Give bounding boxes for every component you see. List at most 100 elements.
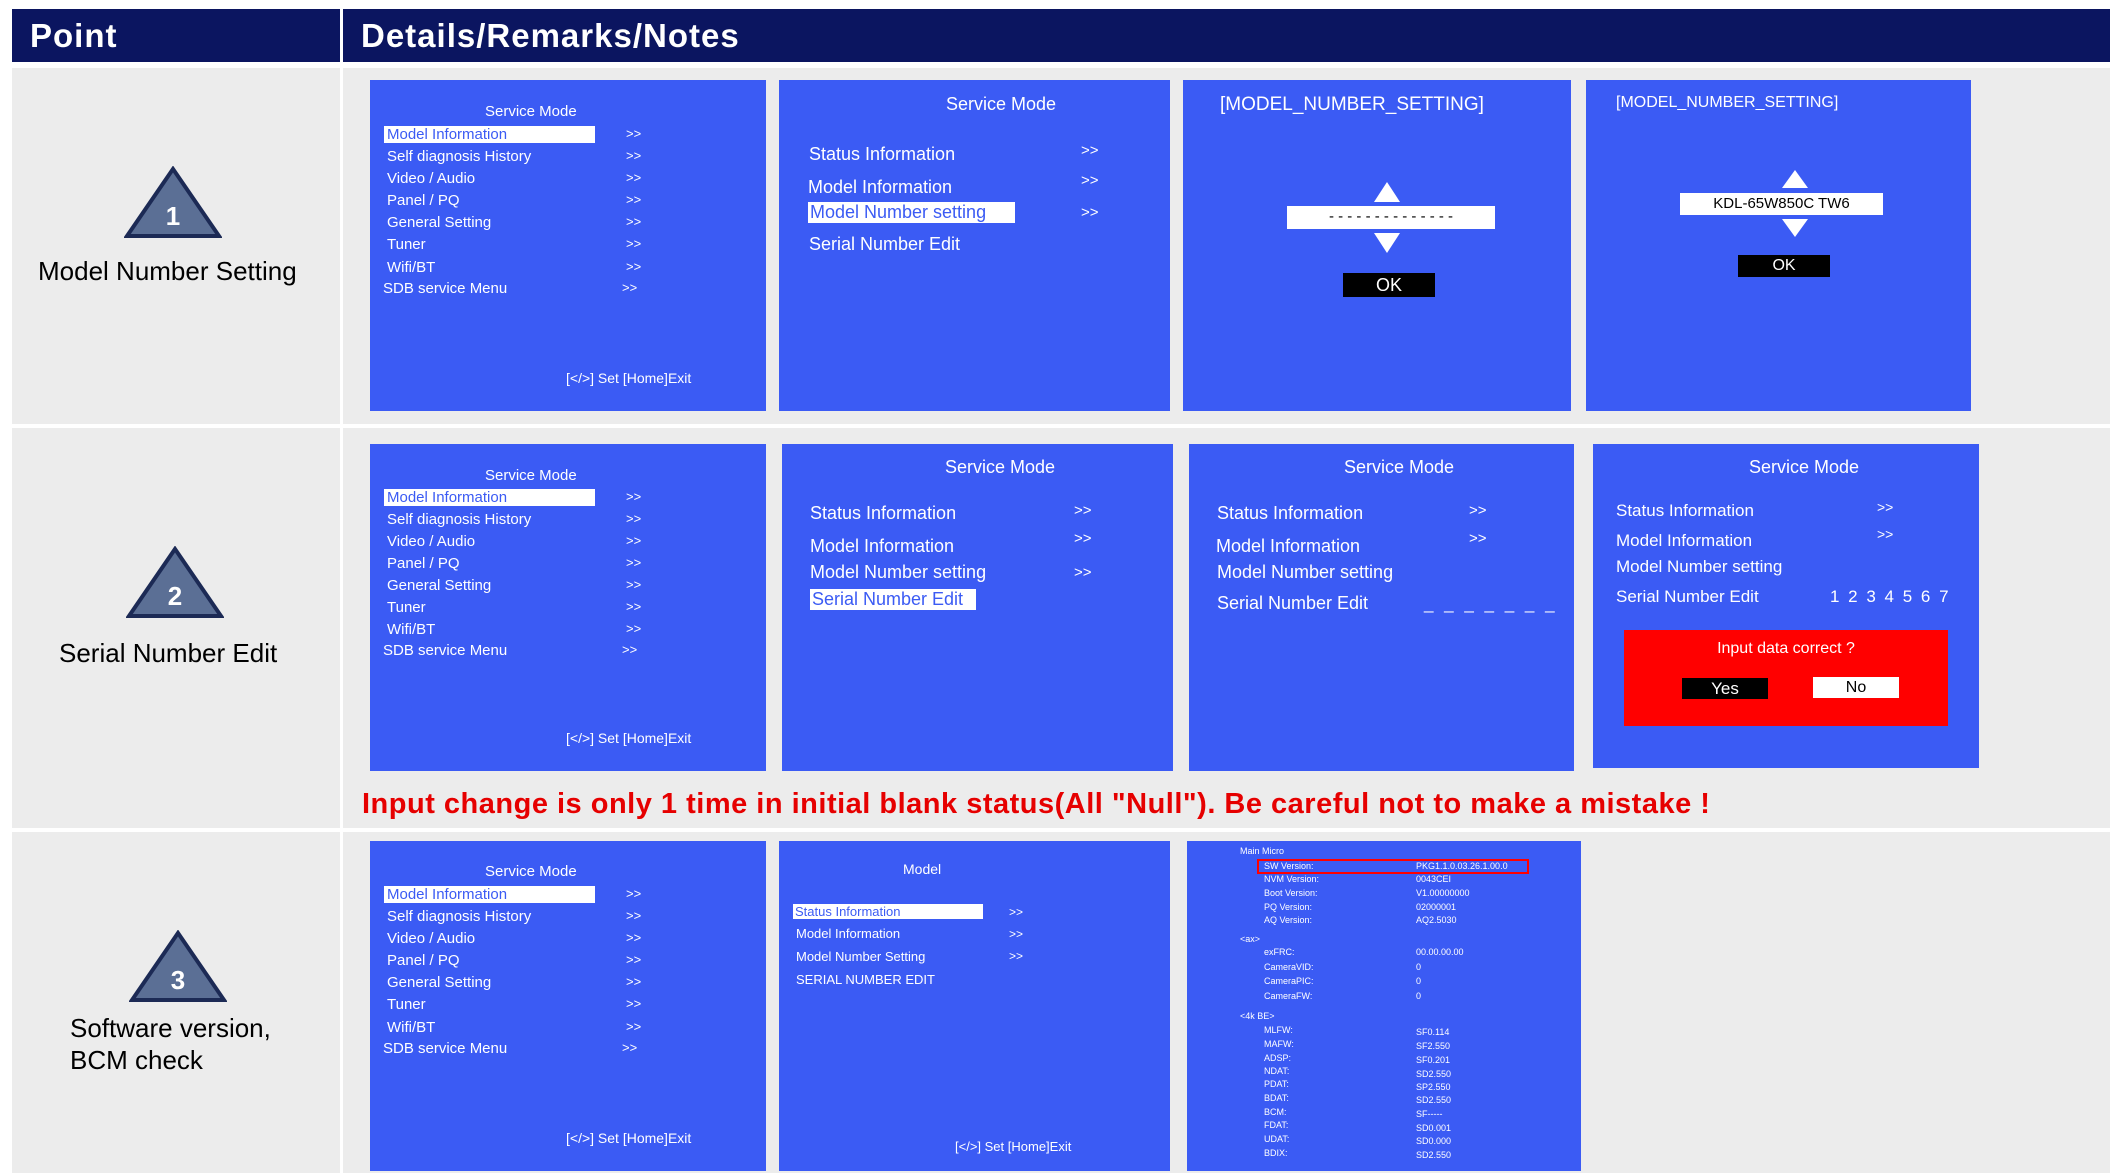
row3-screen-model-menu: Model Status Information Model Informati… bbox=[779, 841, 1170, 1171]
svg-text:2: 2 bbox=[168, 581, 182, 611]
menu-item-sdb-service[interactable]: SDB service Menu bbox=[383, 1040, 507, 1057]
info-value: SF0.201 bbox=[1416, 1055, 1451, 1065]
menu-item-sdb-service[interactable]: SDB service Menu bbox=[383, 280, 507, 297]
yes-button[interactable]: Yes bbox=[1682, 678, 1768, 699]
arrow: >> bbox=[1081, 204, 1099, 221]
menu-item-general-setting[interactable]: General Setting bbox=[387, 974, 491, 991]
section-4k-be: <4k BE> bbox=[1240, 1011, 1275, 1021]
down-arrow-icon[interactable] bbox=[1374, 233, 1400, 253]
menu-item-general-setting[interactable]: General Setting bbox=[387, 577, 491, 594]
menu-item-model-number-setting[interactable]: Model Number setting bbox=[1217, 562, 1393, 583]
model-number-input[interactable]: - - - - - - - - - - - - - - bbox=[1287, 206, 1495, 229]
ok-button[interactable]: OK bbox=[1738, 255, 1830, 277]
menu-item-model-number-setting[interactable]: Model Number setting bbox=[1616, 557, 1782, 577]
menu-item-self-diagnosis[interactable]: Self diagnosis History bbox=[387, 908, 531, 925]
menu-item-serial-number-edit[interactable]: Serial Number Edit bbox=[809, 234, 960, 255]
arrow: >> bbox=[1469, 502, 1487, 519]
menu-item-model-information[interactable]: Model Information bbox=[1216, 536, 1360, 557]
menu-item-tuner[interactable]: Tuner bbox=[387, 599, 426, 616]
no-button[interactable]: No bbox=[1813, 677, 1899, 698]
info-key: BDAT: bbox=[1264, 1093, 1289, 1103]
menu-item-panel-pq[interactable]: Panel / PQ bbox=[387, 952, 460, 969]
menu-item-status-information[interactable]: Status Information bbox=[809, 144, 955, 165]
arrow: >> bbox=[626, 908, 642, 923]
menu-item-wifi-bt[interactable]: Wifi/BT bbox=[387, 1019, 435, 1036]
arrow: >> bbox=[626, 511, 642, 526]
arrow: >> bbox=[626, 533, 642, 548]
menu-item-status-information[interactable]: Status Information bbox=[1217, 503, 1363, 524]
menu-item-model-number-setting[interactable]: Model Number setting bbox=[810, 562, 986, 583]
menu-item-status-information[interactable]: Status Information bbox=[1616, 501, 1754, 521]
menu-item-self-diagnosis[interactable]: Self diagnosis History bbox=[387, 511, 531, 528]
arrow: >> bbox=[1877, 499, 1894, 515]
menu-item-serial-number-edit[interactable]: SERIAL NUMBER EDIT bbox=[796, 972, 935, 987]
arrow: >> bbox=[1877, 526, 1894, 542]
up-arrow-icon[interactable] bbox=[1374, 182, 1400, 202]
arrow: >> bbox=[626, 1019, 642, 1034]
menu-item-video-audio[interactable]: Video / Audio bbox=[387, 930, 475, 947]
row1-screen-model-number-filled: [MODEL_NUMBER_SETTING] KDL-65W850C TW6 O… bbox=[1586, 80, 1971, 411]
arrow: >> bbox=[1009, 905, 1024, 919]
down-arrow-icon[interactable] bbox=[1782, 219, 1808, 237]
menu-item-model-information[interactable]: Model Information bbox=[1616, 531, 1752, 551]
arrow: >> bbox=[622, 280, 638, 295]
ok-button[interactable]: OK bbox=[1343, 273, 1435, 297]
menu-item-tuner[interactable]: Tuner bbox=[387, 996, 426, 1013]
screen-footer: [</>] Set [Home]Exit bbox=[566, 370, 692, 386]
arrow: >> bbox=[626, 577, 642, 592]
arrow: >> bbox=[626, 214, 642, 229]
serial-number-field[interactable]: _ _ _ _ _ _ _ bbox=[1424, 594, 1558, 614]
info-key: CameraFW: bbox=[1264, 991, 1313, 1001]
info-key: FDAT: bbox=[1264, 1120, 1289, 1130]
menu-item-sdb-service[interactable]: SDB service Menu bbox=[383, 642, 507, 659]
menu-item-model-information[interactable]: Model Information bbox=[384, 886, 595, 903]
menu-item-general-setting[interactable]: General Setting bbox=[387, 214, 491, 231]
arrow: >> bbox=[626, 621, 642, 636]
menu-item-model-information[interactable]: Model Information bbox=[808, 177, 952, 198]
menu-item-wifi-bt[interactable]: Wifi/BT bbox=[387, 621, 435, 638]
menu-item-model-information[interactable]: Model Information bbox=[810, 536, 954, 557]
menu-item-serial-number-edit[interactable]: Serial Number Edit bbox=[810, 589, 976, 610]
arrow: >> bbox=[626, 886, 642, 901]
menu-item-panel-pq[interactable]: Panel / PQ bbox=[387, 192, 460, 209]
menu-item-panel-pq[interactable]: Panel / PQ bbox=[387, 555, 460, 572]
info-value: 02000001 bbox=[1416, 902, 1457, 912]
menu-item-video-audio[interactable]: Video / Audio bbox=[387, 533, 475, 550]
arrow: >> bbox=[626, 148, 642, 163]
menu-item-model-information[interactable]: Model Information bbox=[384, 126, 595, 143]
info-key: UDAT: bbox=[1264, 1134, 1290, 1144]
info-key: Boot Version: bbox=[1264, 888, 1318, 898]
menu-item-serial-number-edit[interactable]: Serial Number Edit bbox=[1217, 593, 1368, 614]
menu-item-status-information[interactable]: Status Information bbox=[793, 904, 983, 919]
menu-item-model-number-setting[interactable]: Model Number Setting bbox=[796, 949, 925, 964]
up-arrow-icon[interactable] bbox=[1782, 170, 1808, 188]
model-number-input[interactable]: KDL-65W850C TW6 bbox=[1680, 193, 1883, 215]
arrow: >> bbox=[626, 170, 642, 185]
menu-item-model-information[interactable]: Model Information bbox=[384, 489, 595, 506]
menu-item-model-number-setting[interactable]: Model Number setting bbox=[808, 202, 1015, 223]
screen-title: Model bbox=[903, 861, 942, 877]
row2-screen-serial-confirm: Service Mode Status Information Model In… bbox=[1593, 444, 1979, 768]
menu-item-video-audio[interactable]: Video / Audio bbox=[387, 170, 475, 187]
serial-number-field[interactable]: 1 2 3 4 5 6 7 bbox=[1830, 587, 1951, 607]
menu-item-model-information[interactable]: Model Information bbox=[796, 926, 900, 941]
arrow: >> bbox=[626, 974, 642, 989]
info-value: SF0.114 bbox=[1416, 1027, 1450, 1037]
menu-item-serial-number-edit[interactable]: Serial Number Edit bbox=[1616, 587, 1759, 607]
dialog-question: Input data correct ? bbox=[1717, 640, 1855, 657]
menu-item-self-diagnosis[interactable]: Self diagnosis History bbox=[387, 148, 531, 165]
arrow: >> bbox=[626, 192, 642, 207]
row3-screen-software-info: Main Micro SW Version: PKG1.1.0.03.26.1.… bbox=[1187, 841, 1581, 1171]
arrow: >> bbox=[626, 952, 642, 967]
info-value: SF2.550 bbox=[1416, 1041, 1451, 1051]
menu-item-tuner[interactable]: Tuner bbox=[387, 236, 426, 253]
row1-label: Model Number Setting bbox=[38, 256, 297, 286]
screen-title: Service Mode bbox=[1344, 457, 1455, 477]
menu-item-status-information[interactable]: Status Information bbox=[810, 503, 956, 524]
arrow: >> bbox=[626, 930, 642, 945]
menu-item-wifi-bt[interactable]: Wifi/BT bbox=[387, 259, 435, 276]
header-details: Details/Remarks/Notes bbox=[343, 9, 2110, 62]
row1-screen-model-number-menu: Service Mode Status Information Model In… bbox=[779, 80, 1170, 411]
row2-label: Serial Number Edit bbox=[59, 638, 278, 668]
row1-screen-service-menu: Service Mode Model Information Self diag… bbox=[370, 80, 766, 411]
